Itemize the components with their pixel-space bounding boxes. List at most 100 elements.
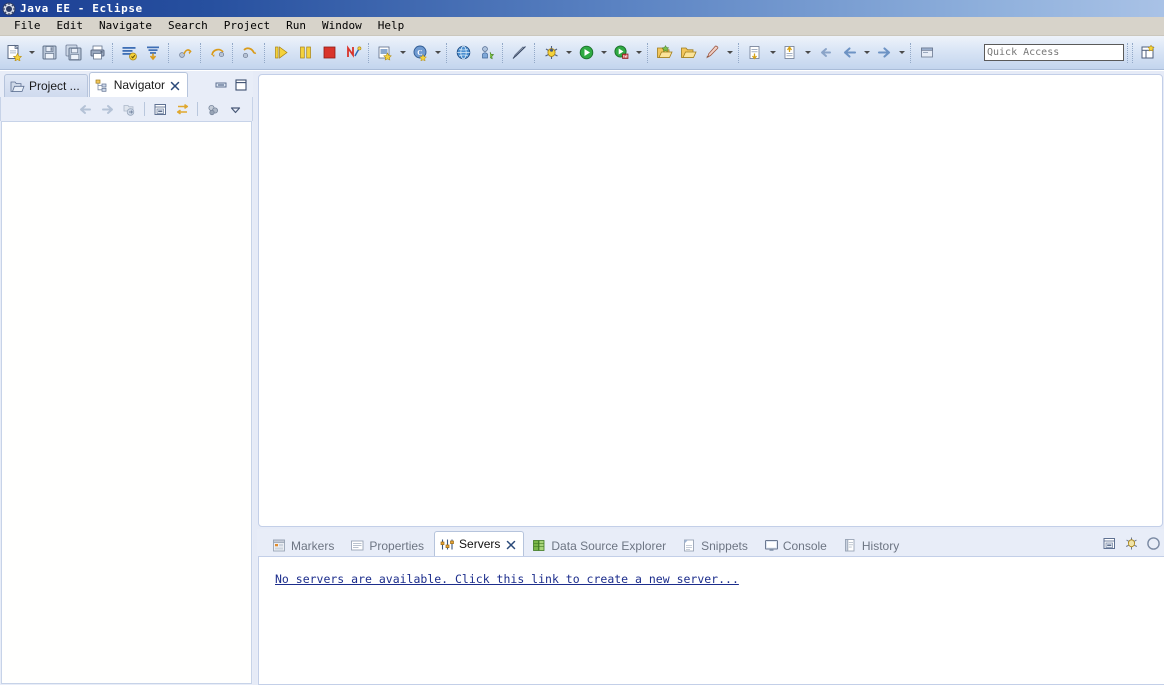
debug-dropdown-arrow[interactable] [563,42,574,64]
open-type-button[interactable] [653,42,675,64]
create-new-server-link[interactable]: No servers are available. Click this lin… [275,572,739,586]
menu-run[interactable]: Run [278,18,314,34]
back-dropdown-arrow[interactable] [861,42,872,64]
terminate-button[interactable] [318,42,340,64]
toolbar-separator [144,102,145,116]
filters-button[interactable] [203,100,223,119]
toolbar-separator [502,42,504,63]
new-wizard-button[interactable] [3,42,25,64]
new-java-project-dropdown-arrow[interactable] [397,42,408,64]
tab-history[interactable]: History [837,534,907,556]
toggle-breakpoint-button[interactable] [508,42,530,64]
close-icon[interactable] [170,80,180,91]
menu-project[interactable]: Project [216,18,278,34]
search-dropdown-arrow[interactable] [724,42,735,64]
run-button[interactable] [575,42,597,64]
profile-dropdown-arrow[interactable] [633,42,644,64]
tab-servers[interactable]: Servers [434,531,525,556]
collapse-all-button[interactable] [150,100,170,119]
tab-label: Project ... [29,79,80,93]
previous-annotation-button[interactable] [779,42,801,64]
tab-navigator[interactable]: Navigator [88,72,189,97]
publish-button[interactable] [142,42,164,64]
close-icon[interactable] [506,539,516,550]
back-button[interactable] [838,42,860,64]
forward-dropdown-arrow[interactable] [896,42,907,64]
servers-view-body[interactable]: No servers are available. Click this lin… [258,556,1164,685]
new-editor-button[interactable] [916,42,938,64]
editor-area[interactable] [258,74,1163,527]
menubar: File Edit Navigate Search Project Run Wi… [0,17,1164,36]
maximize-view-button[interactable] [232,77,249,93]
suspend-button[interactable] [294,42,316,64]
profile-button[interactable] [610,42,632,64]
menu-edit[interactable]: Edit [49,18,92,34]
tab-label: Data Source Explorer [551,538,667,553]
left-view-stack: Project ... Navigator [0,71,253,685]
menu-window[interactable]: Window [314,18,370,34]
next-annotation-dropdown-arrow[interactable] [767,42,778,64]
toolbar-separator [112,42,114,63]
print-button[interactable] [86,42,108,64]
new-connection-button[interactable] [476,42,498,64]
menu-navigate[interactable]: Navigate [91,18,160,34]
minimize-view-button[interactable] [212,77,229,93]
view-menu-button[interactable] [225,100,245,119]
link-with-editor-button[interactable] [172,100,192,119]
open-perspective-button[interactable] [1137,42,1159,64]
resume-button[interactable] [206,42,228,64]
toolbar-separator [200,42,202,63]
open-task-button[interactable] [677,42,699,64]
save-all-button[interactable] [62,42,84,64]
toolbar-grip[interactable] [1127,42,1133,63]
tab-properties[interactable]: Properties [344,534,432,556]
back-button[interactable] [75,100,95,119]
navigator-tree[interactable] [1,121,252,684]
tab-data-source-explorer[interactable]: Data Source Explorer [526,534,674,556]
step-return-button[interactable] [238,42,260,64]
toolbar-separator [368,42,370,63]
new-class-button[interactable]: C [409,42,431,64]
start-server-button[interactable] [1143,534,1163,553]
menu-search[interactable]: Search [160,18,216,34]
menu-help[interactable]: Help [370,18,413,34]
navigator-icon [95,78,110,93]
eclipse-icon [2,2,16,16]
run-debug-button[interactable] [270,42,292,64]
forward-button[interactable] [873,42,895,64]
debug-server-button[interactable] [1121,534,1141,553]
last-edit-location-button[interactable] [814,42,836,64]
bottom-view-stack: Markers Properties Servers Data Source E… [257,529,1164,685]
new-wizard-dropdown-arrow[interactable] [26,42,37,64]
menu-file[interactable]: File [6,18,49,34]
open-web-browser-button[interactable] [452,42,474,64]
main-toolbar: C [0,36,1164,70]
tab-label: Servers [459,537,501,551]
next-annotation-button[interactable] [744,42,766,64]
disconnect-button[interactable] [342,42,364,64]
toolbar-separator [534,42,536,63]
collapse-all-button[interactable] [1099,534,1119,553]
save-button[interactable] [38,42,60,64]
tab-label: History [861,538,900,553]
quick-access-input[interactable] [984,44,1124,61]
forward-button[interactable] [97,100,117,119]
home-button[interactable] [119,100,139,119]
tab-snippets[interactable]: Snippets [676,534,756,556]
debug-button[interactable] [540,42,562,64]
console-icon [764,538,779,553]
new-class-dropdown-arrow[interactable] [432,42,443,64]
tab-console[interactable]: Console [758,534,835,556]
window-titlebar: Java EE - Eclipse [0,0,1164,17]
new-java-project-button[interactable] [374,42,396,64]
skip-all-breakpoints-button[interactable] [174,42,196,64]
workbench: Project ... Navigator Markers Properties… [0,71,1164,685]
run-dropdown-arrow[interactable] [598,42,609,64]
tab-project-explorer[interactable]: Project ... [4,74,88,97]
tab-markers[interactable]: Markers [266,534,342,556]
toolbar-separator [232,42,234,63]
build-all-button[interactable] [118,42,140,64]
search-button[interactable] [701,42,723,64]
data-source-icon [532,538,547,553]
previous-annotation-dropdown-arrow[interactable] [802,42,813,64]
